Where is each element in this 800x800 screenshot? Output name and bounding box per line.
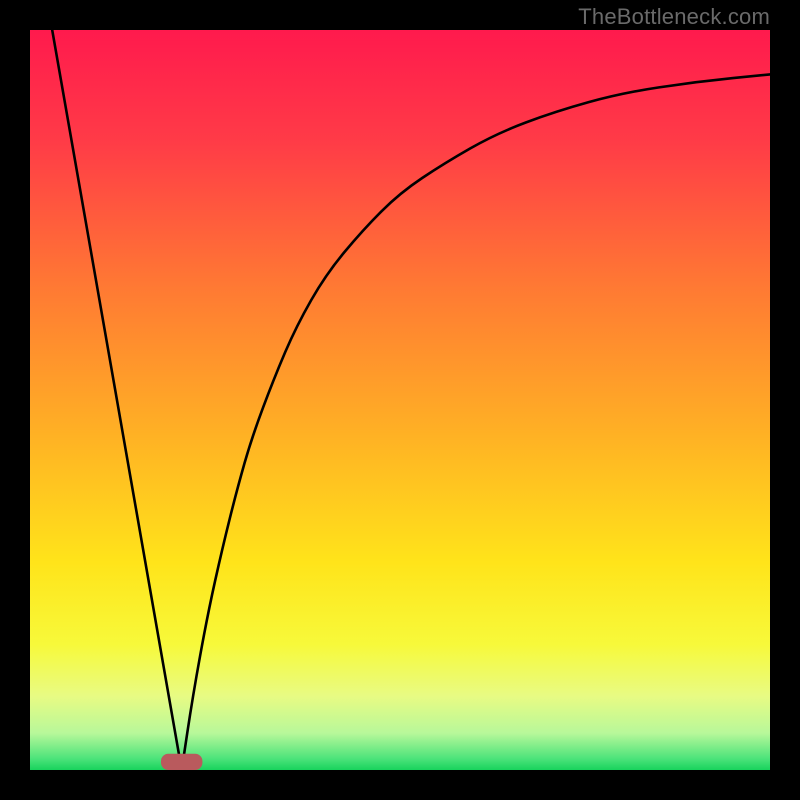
chart-frame: TheBottleneck.com: [0, 0, 800, 800]
plot-area: [30, 30, 770, 770]
chart-curve: [30, 30, 770, 770]
watermark-text: TheBottleneck.com: [578, 4, 770, 30]
